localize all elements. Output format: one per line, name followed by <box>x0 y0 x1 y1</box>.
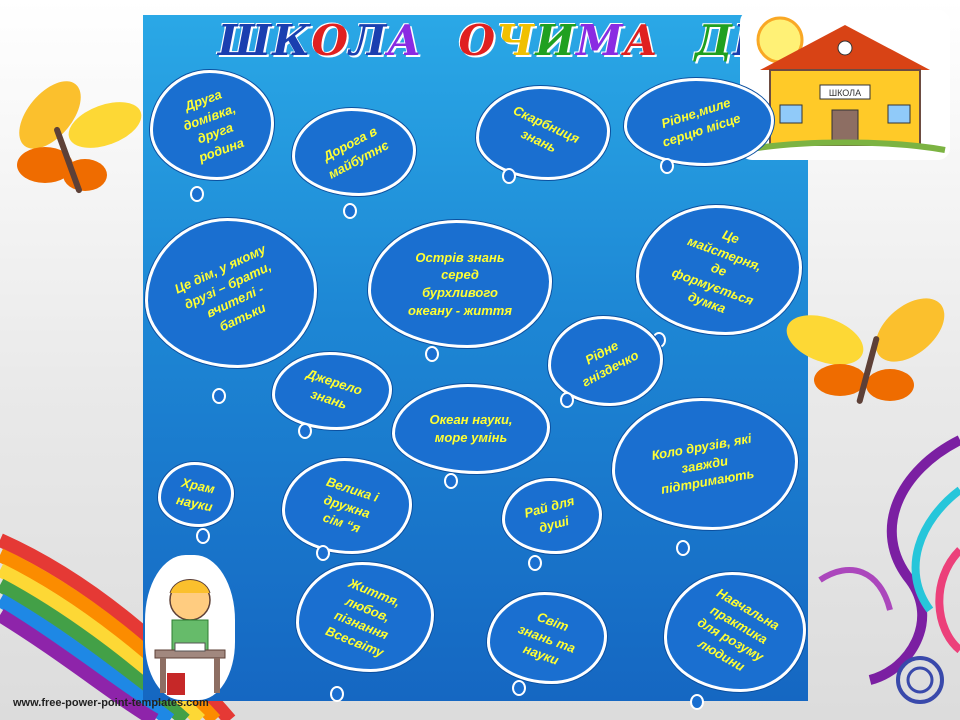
cloud-text: Рідне гніздечко <box>578 338 641 390</box>
cloud-tail <box>298 423 312 439</box>
thought-cloud: Друга домівка, друга родина <box>150 70 274 180</box>
cloud-text: Друга домівка, друга родина <box>180 86 246 165</box>
title-letter: М <box>576 16 624 65</box>
cloud-text: Світ знань та науки <box>516 608 578 668</box>
school-illustration: ШКОЛА <box>740 10 950 160</box>
cloud-tail <box>512 680 526 696</box>
thought-cloud: Океан науки, море умінь <box>392 384 550 474</box>
thought-cloud: Це майстерня, де формується думка <box>636 205 802 335</box>
cloud-tail <box>212 388 226 404</box>
cloud-tail <box>676 540 690 556</box>
title-letter: Ч <box>496 16 536 65</box>
thought-cloud: Храм науки <box>158 462 234 527</box>
butterfly-left-icon <box>17 81 142 194</box>
cloud-text: Рідне,миле серцю місце <box>659 95 743 150</box>
title-letter: К <box>272 16 312 65</box>
thought-cloud: Велика і дружна сім “я <box>282 458 412 554</box>
thought-cloud: Скарбниця знань <box>476 86 610 180</box>
cloud-tail <box>502 168 516 184</box>
cloud-text: Острів знань серед бурхливого океану - ж… <box>407 249 513 318</box>
cloud-tail <box>343 203 357 219</box>
cloud-text: Це дім, у якому друзі – брати, вчителі -… <box>171 241 273 334</box>
thought-cloud: Це дім, у якому друзі – брати, вчителі -… <box>145 218 317 368</box>
cloud-tail <box>444 473 458 489</box>
cloud-tail <box>425 346 439 362</box>
cloud-tail <box>560 392 574 408</box>
cloud-text: Життя, любов, пізнання Всесвіту <box>324 575 403 660</box>
title-letter: А <box>623 16 659 65</box>
cloud-tail <box>660 158 674 174</box>
thought-cloud: Світ знань та науки <box>487 592 607 684</box>
butterfly-right-icon <box>786 298 945 404</box>
cloud-text: Скарбниця знань <box>511 102 583 156</box>
cloud-text: Коло друзів, які завжди підтримають <box>650 430 756 497</box>
school-sign: ШКОЛА <box>829 88 861 98</box>
cloud-text: Дорога в майбутнє <box>320 123 391 182</box>
thought-cloud: Джерело знань <box>272 352 392 430</box>
cloud-text: Храм науки <box>174 474 216 514</box>
cloud-text: Рай для душі <box>522 493 577 536</box>
cloud-text: Навчальна практика для розуму людини <box>695 585 783 674</box>
cloud-tail <box>528 555 542 571</box>
page-title: ШКОЛА ОЧИМА ДІТЕЙ <box>218 16 859 70</box>
thought-cloud: Коло друзів, які завжди підтримають <box>612 398 798 530</box>
footer-url: www.free-power-point-templates.com <box>13 697 209 709</box>
student-illustration <box>145 555 235 700</box>
cloud-text: Велика і дружна сім “я <box>321 473 381 536</box>
title-letter: О <box>311 16 350 65</box>
cloud-text: Океан науки, море умінь <box>429 412 513 445</box>
thought-cloud: Життя, любов, пізнання Всесвіту <box>296 562 434 672</box>
title-letter: И <box>535 16 577 65</box>
thought-cloud: Навчальна практика для розуму людини <box>664 572 806 692</box>
cloud-text: Джерело знань <box>305 366 365 412</box>
thought-cloud: Рай для душі <box>502 478 602 554</box>
title-letter: Д <box>694 16 734 65</box>
title-letter: Л <box>349 16 388 65</box>
cloud-tail <box>196 528 210 544</box>
title-letter: О <box>458 16 497 65</box>
cloud-tail <box>190 186 204 202</box>
thought-cloud: Острів знань серед бурхливого океану - ж… <box>368 220 552 348</box>
cloud-text: Це майстерня, де формується думка <box>670 226 765 317</box>
cloud-tail <box>316 545 330 561</box>
cloud-tail <box>330 686 344 702</box>
thought-cloud: Дорога в майбутнє <box>292 108 416 196</box>
thought-cloud: Рідне,миле серцю місце <box>624 78 774 166</box>
cloud-tail <box>690 694 704 710</box>
title-letter: Ш <box>218 16 273 65</box>
title-letter: А <box>387 16 423 65</box>
